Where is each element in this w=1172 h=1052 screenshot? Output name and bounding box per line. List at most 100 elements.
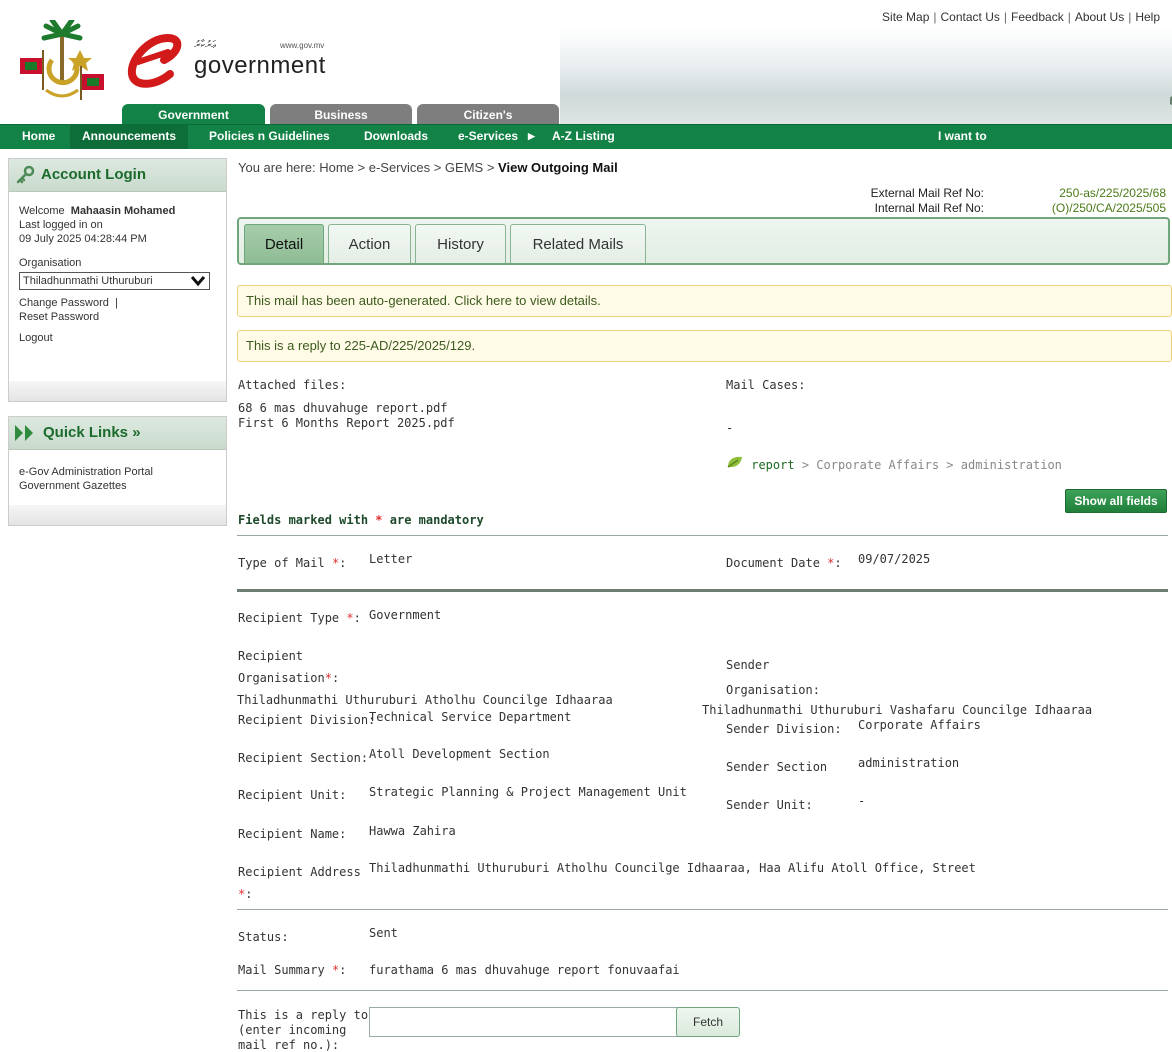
- quick-links-header: Quick Links »: [9, 417, 226, 450]
- attachment-link[interactable]: 68 6 mas dhuvahuge report.pdf: [238, 401, 448, 415]
- reply-ref-input[interactable]: [369, 1007, 679, 1037]
- breadcrumb-current: View Outgoing Mail: [498, 160, 618, 175]
- breadcrumb-prefix: You are here:: [238, 160, 316, 175]
- reset-password-link[interactable]: Reset Password: [19, 311, 99, 323]
- mail-summary-label: Mail Summary *:: [238, 963, 347, 977]
- sender-division-value: Corporate Affairs: [858, 718, 981, 732]
- breadcrumb-path[interactable]: Home > e-Services > GEMS >: [319, 160, 494, 175]
- external-ref-label: External Mail Ref No:: [870, 186, 984, 200]
- recipient-section-value: Atoll Development Section: [369, 747, 550, 761]
- nav-eservices[interactable]: e-Services: [458, 125, 518, 149]
- recipient-name-label: Recipient Name:: [238, 827, 347, 841]
- divider: [237, 535, 1168, 536]
- mail-summary-value: furathama 6 mas dhuvahuge report fonuvaa…: [369, 963, 680, 977]
- type-of-mail-value: Letter: [369, 552, 413, 566]
- contact-us-link[interactable]: Contact Us: [941, 10, 1000, 24]
- tab-government[interactable]: Government: [122, 104, 265, 124]
- sender-unit-value: -: [858, 794, 866, 808]
- quick-link-gazettes[interactable]: Government Gazettes: [19, 480, 127, 492]
- recipient-unit-label: Recipient Unit:: [238, 788, 347, 802]
- mail-cases-value: -: [726, 421, 734, 435]
- help-link[interactable]: Help: [1135, 10, 1160, 24]
- sender-division-label: Sender Division:: [726, 722, 842, 736]
- sender-org-label: Organisation:: [726, 683, 820, 697]
- recipient-org-label-line1: Recipient: [238, 649, 304, 663]
- tab-action[interactable]: Action: [328, 224, 411, 263]
- double-chevron-icon: [9, 417, 43, 455]
- mail-case-row: report > Corporate Affairs > administrat…: [726, 455, 1062, 472]
- brand-dhivehi: ޢަރުކާރު: [194, 39, 216, 51]
- tab-detail[interactable]: Detail: [244, 224, 324, 263]
- sender-label: Sender: [726, 658, 770, 672]
- tab-related-mails[interactable]: Related Mails: [510, 224, 646, 263]
- detail-tabs: Detail Action History Related Mails: [237, 217, 1170, 265]
- recipient-org-value: Thiladhunmathi Uthuruburi Atholhu Counci…: [237, 693, 613, 707]
- about-us-link[interactable]: About Us: [1075, 10, 1124, 24]
- nav-downloads[interactable]: Downloads: [364, 125, 428, 149]
- site-map-link[interactable]: Site Map: [882, 10, 929, 24]
- organisation-label: Organisation: [19, 257, 82, 269]
- tab-business[interactable]: Business: [270, 104, 412, 124]
- reply-notice: This is a reply to 225-AD/225/2025/129.: [237, 330, 1172, 362]
- internal-ref-value: (O)/250/CA/2025/505: [1051, 201, 1166, 215]
- organisation-select[interactable]: Thiladhunmathi Uthuruburi: [19, 272, 210, 290]
- reply-to-label-line3: mail ref no.):: [238, 1038, 340, 1052]
- sender-unit-label: Sender Unit:: [726, 798, 813, 812]
- nav-az-listing[interactable]: A-Z Listing: [552, 125, 615, 149]
- nav-policies[interactable]: Policies n Guidelines: [209, 125, 330, 149]
- quick-links-title: Quick Links »: [43, 424, 141, 441]
- change-password-link[interactable]: Change Password: [19, 297, 109, 309]
- internal-ref-label: Internal Mail Ref No:: [874, 201, 984, 215]
- nav-announcements[interactable]: Announcements: [70, 125, 189, 149]
- last-logged-label: Last logged in on: [19, 219, 103, 231]
- sender-section-value: administration: [858, 756, 960, 770]
- status-value: Sent: [369, 926, 398, 940]
- tab-citizens[interactable]: Citizen's: [417, 104, 559, 124]
- reply-to-label-line2: (enter incoming: [238, 1023, 347, 1037]
- recipient-org-label-line2: Organisation*:: [238, 671, 340, 685]
- user-name: Mahaasin Mohamed: [70, 205, 176, 217]
- show-all-fields-button[interactable]: Show all fields: [1065, 489, 1167, 513]
- welcome-label: Welcome: [19, 205, 65, 217]
- mandatory-note: Fields marked with * are mandatory: [238, 513, 484, 527]
- mail-case-link[interactable]: report: [751, 458, 794, 472]
- attached-files-label: Attached files:: [238, 378, 347, 392]
- account-login-header: Account Login: [9, 159, 226, 192]
- reply-to-label-line1: This is a reply to: [238, 1008, 369, 1022]
- auto-generated-notice[interactable]: This mail has been auto-generated. Click…: [237, 285, 1172, 317]
- recipient-unit-value: Strategic Planning & Project Management …: [369, 785, 687, 799]
- account-login-title: Account Login: [41, 166, 146, 183]
- breadcrumb: You are here: Home > e-Services > GEMS >…: [238, 160, 618, 175]
- logout-link[interactable]: Logout: [19, 332, 53, 344]
- recipient-type-label: Recipient Type *:: [238, 611, 361, 625]
- nav-bar: Home Announcements Policies n Guidelines…: [0, 124, 1172, 149]
- recipient-name-value: Hawwa Zahira: [369, 824, 456, 838]
- recipient-address-value: Thiladhunmathi Uthuruburi Atholhu Counci…: [369, 861, 976, 875]
- key-icon: [9, 159, 41, 197]
- divider: [237, 909, 1168, 910]
- feedback-link[interactable]: Feedback: [1011, 10, 1064, 24]
- type-of-mail-label: Type of Mail *:: [238, 556, 347, 570]
- recipient-division-value: Technical Service Department: [369, 710, 572, 724]
- recipient-division-label: Recipient Division:: [238, 713, 376, 727]
- organisation-select-value: Thiladhunmathi Uthuruburi: [23, 275, 153, 287]
- mail-case-path: > Corporate Affairs > administration: [794, 458, 1062, 472]
- last-logged-value: 09 July 2025 04:28:44 PM: [19, 233, 147, 245]
- brand-url: www.gov.mv: [280, 41, 325, 50]
- main-tabs: Government Business Citizen's: [0, 104, 1172, 124]
- fetch-button[interactable]: Fetch: [676, 1007, 740, 1037]
- attachment-link[interactable]: First 6 Months Report 2025.pdf: [238, 416, 455, 430]
- tab-history[interactable]: History: [415, 224, 506, 263]
- nav-home[interactable]: Home: [22, 125, 55, 149]
- top-links: Site Map | Contact Us | Feedback | About Us | He…: [882, 10, 1160, 24]
- e-logo-icon: [127, 33, 182, 88]
- recipient-section-label: Recipient Section:: [238, 751, 369, 765]
- sender-section-label: Sender Section: [726, 760, 828, 774]
- quick-link-egov-portal[interactable]: e-Gov Administration Portal: [19, 466, 153, 478]
- leaf-icon: [726, 456, 751, 472]
- nav-i-want-to[interactable]: I want to: [938, 125, 987, 149]
- document-date-value: 09/07/2025: [858, 552, 931, 566]
- recipient-address-label: Recipient Address: [238, 865, 361, 879]
- divider-thick: [237, 589, 1168, 592]
- eservices-arrow-icon: ▶: [528, 131, 535, 141]
